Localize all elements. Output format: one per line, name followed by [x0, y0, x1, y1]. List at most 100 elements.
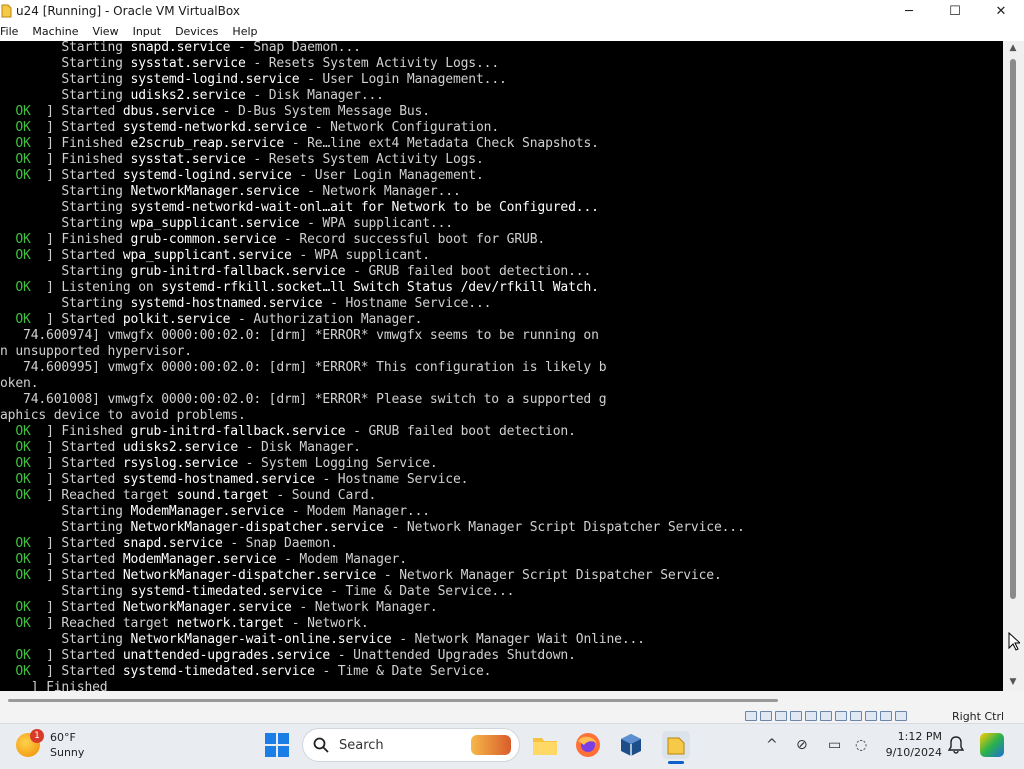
alert-badge: 1 — [30, 729, 44, 743]
console-line: OK ] Reached target network.target - Net… — [15, 616, 369, 631]
console-line: 74.600995] vmwgfx 0000:00:02.0: [drm] *E… — [0, 360, 607, 375]
horizontal-scroll-thumb[interactable] — [8, 699, 778, 702]
ok-status: OK — [15, 424, 31, 439]
console-line: OK ] Finished sysstat.service - Resets S… — [15, 152, 484, 167]
unit-name: systemd-hostnamed.service — [122, 472, 315, 487]
vm-status-bar: Right Ctrl — [0, 691, 1024, 723]
unit-name: ModemManager.service — [122, 552, 277, 567]
console-line: 74.601008] vmwgfx 0000:00:02.0: [drm] *E… — [0, 392, 607, 407]
minimize-button[interactable]: ─ — [886, 0, 932, 22]
console-line: OK ] Reached target sound.target - Sound… — [15, 488, 377, 503]
unit-name: e2scrub_reap.service — [130, 136, 285, 151]
clock-date: 9/10/2024 — [885, 746, 942, 759]
console-line: OK ] Finished e2scrub_reap.service - Re…… — [15, 136, 599, 151]
console-line: oken. — [0, 376, 39, 391]
unit-name: grub-initrd-fallback.service — [130, 264, 346, 279]
ok-status: OK — [15, 472, 31, 487]
console-line: ] Finished — [15, 680, 108, 691]
vertical-scroll-thumb[interactable] — [1010, 59, 1016, 599]
unit-name: NetworkManager-dispatcher.service — [130, 520, 384, 535]
usb-icon[interactable] — [805, 711, 817, 721]
console-line: OK ] Started rsyslog.service - System Lo… — [15, 456, 438, 471]
file-explorer-icon[interactable] — [531, 731, 559, 759]
unit-name: snapd.service — [122, 536, 223, 551]
console-line: Starting NetworkManager-wait-online.serv… — [61, 632, 645, 647]
console-line: OK ] Started snapd.service - Snap Daemon… — [15, 536, 338, 551]
unit-name: grub-common.service — [130, 232, 277, 247]
optical-drive-icon[interactable] — [760, 711, 772, 721]
window-controls: ─ ☐ ✕ — [886, 0, 1024, 22]
firefox-icon[interactable] — [574, 731, 602, 759]
ok-status: OK — [15, 456, 31, 471]
menu-input[interactable]: Input — [126, 25, 168, 38]
console-line: OK ] Started NetworkManager.service - Ne… — [15, 600, 438, 615]
virtualbox-icon[interactable] — [617, 731, 645, 759]
ok-status: OK — [15, 600, 31, 615]
ok-status: OK — [15, 616, 31, 631]
console-line: Starting ModemManager.service - Modem Ma… — [61, 504, 430, 519]
ok-status: OK — [15, 280, 31, 295]
console-line: Starting NetworkManager.service - Networ… — [61, 184, 461, 199]
unit-name: snapd.service — [130, 41, 231, 55]
unit-name: systemd-networkd-wait-onl…ait for Networ… — [130, 200, 599, 215]
network-status-icon[interactable]: ⊘ — [796, 737, 808, 753]
keyboard-icon[interactable] — [895, 711, 907, 721]
unit-name: rsyslog.service — [122, 456, 238, 471]
shared-folders-icon[interactable] — [820, 711, 832, 721]
display-icon[interactable] — [835, 711, 847, 721]
unit-name: wpa_supplicant.service — [130, 216, 300, 231]
close-button[interactable]: ✕ — [978, 0, 1024, 22]
search-icon — [313, 737, 329, 753]
taskbar-search[interactable]: Search — [302, 728, 520, 762]
unit-name: unattended-upgrades.service — [122, 648, 331, 663]
menu-help[interactable]: Help — [225, 25, 264, 38]
unit-name: NetworkManager.service — [122, 600, 292, 615]
vm-console-screen[interactable]: Starting snapd.service - Snap Daemon... … — [0, 41, 1003, 691]
unit-name: sysstat.service — [130, 152, 246, 167]
recording-icon[interactable] — [850, 711, 862, 721]
ok-status: OK — [15, 312, 31, 327]
menu-file[interactable]: File — [0, 25, 25, 38]
sound-icon[interactable]: ◌ — [855, 737, 867, 753]
ok-status: OK — [15, 648, 31, 663]
display-icon[interactable]: ▭ — [828, 737, 841, 753]
copilot-icon[interactable] — [980, 733, 1004, 757]
mouse-integration-icon[interactable] — [880, 711, 892, 721]
console-line: OK ] Started systemd-hostnamed.service -… — [15, 472, 469, 487]
network-icon[interactable] — [790, 711, 802, 721]
console-line: OK ] Started polkit.service - Authorizat… — [15, 312, 423, 327]
ok-status: OK — [15, 152, 31, 167]
scroll-down-icon[interactable]: ▼ — [1007, 677, 1019, 689]
search-label: Search — [339, 737, 384, 753]
menu-view[interactable]: View — [85, 25, 125, 38]
start-button[interactable] — [265, 733, 289, 757]
console-line: OK ] Started udisks2.service - Disk Mana… — [15, 440, 361, 455]
maximize-button[interactable]: ☐ — [932, 0, 978, 22]
notification-bell-icon[interactable] — [948, 736, 964, 754]
ok-status: OK — [15, 536, 31, 551]
unit-name: sound.target — [176, 488, 269, 503]
unit-name: systemd-networkd.service — [122, 120, 308, 135]
active-app-indicator — [668, 761, 684, 764]
console-line: OK ] Finished grub-initrd-fallback.servi… — [15, 424, 576, 439]
taskbar-clock[interactable]: 1:12 PM 9/10/2024 — [880, 729, 942, 761]
weather-widget[interactable]: 1 60°F Sunny — [16, 729, 84, 760]
unit-name: systemd-timedated.service — [122, 664, 315, 679]
windows-taskbar: 1 60°F Sunny Search ^ ⊘ ▭ ◌ 1:12 PM 9/10… — [0, 723, 1024, 769]
menu-devices[interactable]: Devices — [168, 25, 225, 38]
hard-disk-icon[interactable] — [745, 711, 757, 721]
console-line: OK ] Started ModemManager.service - Mode… — [15, 552, 407, 567]
device-status-icons — [745, 711, 907, 721]
search-highlight-icon — [471, 735, 511, 755]
audio-icon[interactable] — [775, 711, 787, 721]
tray-chevron-icon[interactable]: ^ — [766, 737, 778, 753]
virtualbox-app-icon — [0, 4, 12, 18]
scroll-up-icon[interactable]: ▲ — [1007, 43, 1019, 55]
mouse-cursor-icon — [1008, 632, 1020, 651]
menu-machine[interactable]: Machine — [25, 25, 85, 38]
cpu-icon[interactable] — [865, 711, 877, 721]
clock-time: 1:12 PM — [897, 730, 942, 743]
virtualbox-vm-window-icon[interactable] — [662, 731, 690, 759]
unit-name: NetworkManager.service — [130, 184, 300, 199]
vertical-scrollbar[interactable]: ▲ ▼ — [1003, 41, 1024, 691]
